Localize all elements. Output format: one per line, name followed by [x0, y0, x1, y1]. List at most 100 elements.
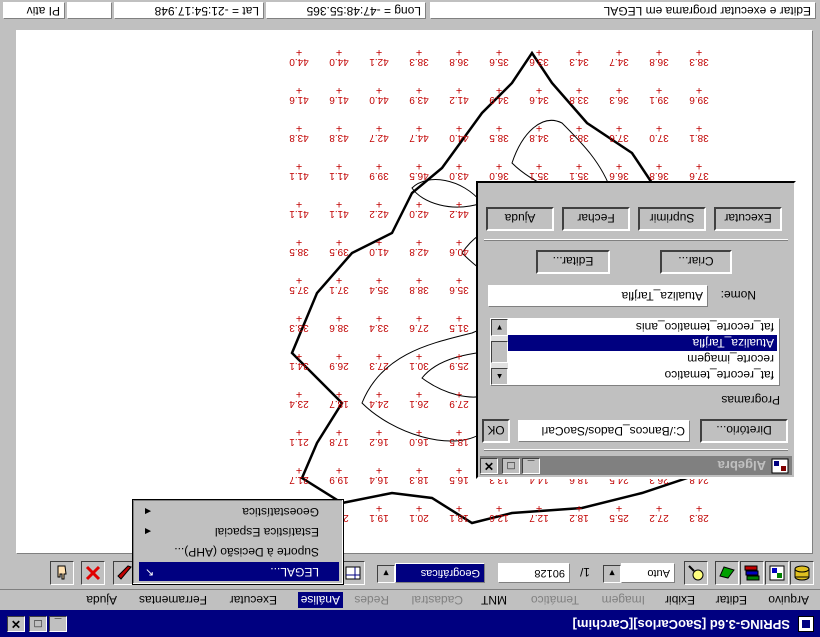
grid-cross-icon: + [695, 46, 703, 58]
programs-scrollbar[interactable]: ▲ ▼ [491, 319, 508, 385]
scale-input[interactable]: 90128 [498, 563, 570, 583]
grid-cross-icon: + [415, 426, 423, 438]
menu-redes[interactable]: Redes [351, 592, 392, 608]
submenu-arrow-icon: ◀ [145, 527, 152, 536]
grid-value-label: 44.0 + [322, 46, 356, 67]
dialog-minimize-button[interactable]: _ [522, 458, 540, 474]
directory-button[interactable]: Diretório... [700, 419, 788, 443]
menu-analise[interactable]: Análise [297, 592, 343, 608]
stack-icon[interactable] [740, 561, 764, 585]
dialog-title: Algebra [717, 458, 766, 473]
list-item[interactable]: fat_recorte_tematico [506, 367, 777, 383]
grid-cross-icon: + [375, 46, 383, 58]
grid-cross-icon: + [695, 122, 703, 134]
grid-value-label: 44.0 + [362, 84, 396, 105]
scroll-up-icon[interactable]: ▼ [491, 319, 508, 336]
maximize-button[interactable]: □ [29, 616, 47, 632]
grid-value-label: 41.6 + [282, 84, 316, 105]
grid-value-label: 39.5 + [322, 236, 356, 257]
menu-ajuda[interactable]: Ajuda [83, 592, 120, 608]
menu-item-spatial-statistics[interactable]: Estatística Espacial ◀ [139, 522, 339, 541]
minimize-button[interactable]: _ [49, 616, 67, 632]
menu-arquivo[interactable]: Arquivo [765, 592, 812, 608]
dialog-titlebar: Algebra _ □ ✕ [480, 456, 792, 475]
list-item[interactable]: fat_recorte_tematico_anis [506, 319, 777, 335]
grid-value-label: 38.8 + [402, 274, 436, 295]
table-icon[interactable] [341, 561, 365, 585]
grid-value-label: 21.1 + [282, 426, 316, 447]
scroll-thumb[interactable] [491, 341, 508, 363]
cursor-arrow-icon: ↖ [145, 566, 155, 578]
zoom-icon[interactable] [684, 561, 708, 585]
menu-imagem[interactable]: Imagem [599, 592, 648, 608]
scroll-down-icon[interactable]: ▲ [491, 368, 508, 385]
directory-path-field[interactable]: C:/Bancos_Dados/SaoCarl [518, 420, 690, 442]
grid-cross-icon: + [295, 426, 303, 438]
grid-cross-icon: + [495, 84, 503, 96]
menu-cadastral[interactable]: Cadastral [409, 592, 466, 608]
grid-cross-icon: + [375, 236, 383, 248]
cancel-icon[interactable] [81, 561, 105, 585]
grid-cross-icon: + [375, 84, 383, 96]
dialog-maximize-button[interactable]: □ [502, 458, 520, 474]
list-item-selected[interactable]: Atualiza_Tarjfla [506, 335, 777, 351]
menu-tematico[interactable]: Temático [528, 592, 582, 608]
edit-button[interactable]: Editar... [536, 250, 610, 274]
grid-cross-icon: + [295, 160, 303, 172]
chevron-down-icon[interactable]: ▼ [603, 565, 621, 583]
grid-cross-icon: + [375, 122, 383, 134]
grid-cross-icon: + [335, 312, 343, 324]
grid-value-label: 42.2 + [362, 198, 396, 219]
grid-cross-icon: + [495, 502, 503, 514]
grid-cross-icon: + [335, 198, 343, 210]
grid-value-label: 37.6 + [682, 160, 716, 181]
menu-exibir[interactable]: Exibir [662, 592, 698, 608]
image-icon[interactable] [765, 561, 789, 585]
grid-cross-icon: + [335, 160, 343, 172]
grid-cross-icon: + [535, 122, 543, 134]
menu-item-legal[interactable]: LEGAL... ↖ [139, 562, 339, 581]
ok-button[interactable]: OK [482, 419, 510, 443]
grid-cross-icon: + [455, 46, 463, 58]
close-button[interactable]: ✕ [7, 616, 25, 632]
grid-value-label: 16.5 + [442, 464, 476, 485]
menu-mnt[interactable]: MNT [478, 592, 510, 608]
menu-item-ahp[interactable]: Suporte à Decisão (AHP)... [139, 542, 339, 561]
execute-button[interactable]: Executar [714, 207, 782, 231]
app-icon[interactable] [798, 616, 814, 632]
grid-value-label: 37.6 + [602, 122, 636, 143]
grid-value-label: 36.0+ [482, 160, 516, 181]
help-button[interactable]: Ajuda [486, 207, 554, 231]
grid-cross-icon: + [415, 464, 423, 476]
dialog-close-button[interactable]: ✕ [480, 458, 498, 474]
layers-icon[interactable] [790, 561, 814, 585]
menu-item-label: Geoestatística [242, 505, 319, 519]
grid-value-label: 33.4 + [362, 312, 396, 333]
grid-value-label: 41.1 + [282, 198, 316, 219]
delete-button[interactable]: Suprimir [638, 207, 706, 231]
chevron-down-icon[interactable]: ▼ [377, 565, 395, 583]
grid-cross-icon: + [415, 84, 423, 96]
grid-value-label: 27.9 + [442, 388, 476, 409]
hand-icon[interactable] [50, 561, 74, 585]
grid-value-label: 44.0 + [282, 46, 316, 67]
menu-editar[interactable]: Editar [713, 592, 750, 608]
grid-value-label: 38.3+ [682, 46, 716, 67]
programs-list[interactable]: fat_recorte_tematico recorte_imagem Atua… [490, 318, 780, 386]
projection-select[interactable]: Geográficas ▼ [377, 563, 485, 583]
create-button[interactable]: Criar... [660, 250, 732, 274]
menu-item-geostatistics[interactable]: Geoestatística ◀ [139, 502, 339, 521]
status-longitude: Long = -47:48:55.365 [266, 2, 426, 19]
close-dialog-button[interactable]: Fechar [562, 207, 630, 231]
polygon-icon[interactable] [715, 561, 739, 585]
name-field[interactable]: Atualiza_Tarjfla [488, 285, 708, 307]
grid-value-label: 43.8 + [282, 122, 316, 143]
menu-ferramentas[interactable]: Ferramentas [136, 592, 210, 608]
menu-executar[interactable]: Executar [227, 592, 280, 608]
grid-cross-icon: + [455, 426, 463, 438]
scale-mode-select[interactable]: Auto ▼ [603, 563, 675, 583]
grid-cross-icon: + [375, 426, 383, 438]
grid-value-label: 37.1 + [322, 274, 356, 295]
grid-value-label: 12.7 + [522, 502, 556, 523]
list-item[interactable]: recorte_imagem [506, 351, 777, 367]
